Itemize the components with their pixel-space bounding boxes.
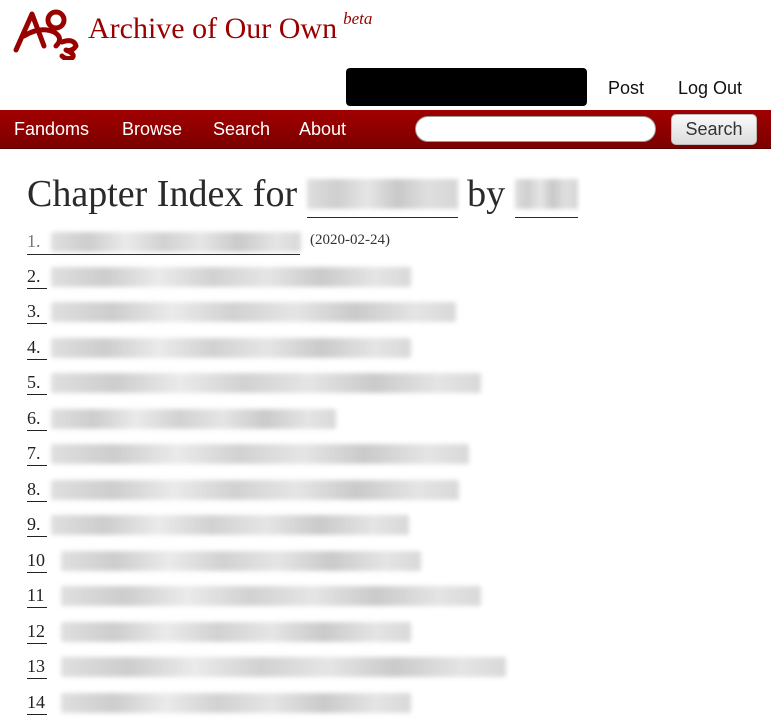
chapter-title-link[interactable]: [51, 338, 411, 358]
chapter-number[interactable]: 4.: [27, 337, 47, 360]
page-title-by: by: [467, 173, 506, 215]
chapter-title-link[interactable]: [51, 302, 456, 322]
chapter-number[interactable]: 5.: [27, 372, 47, 395]
nav-browse[interactable]: Browse: [122, 119, 182, 140]
chapter-title-link[interactable]: [61, 657, 506, 677]
chapter-number[interactable]: 2.: [27, 266, 47, 289]
chapter-number[interactable]: 10: [27, 550, 47, 573]
chapter-number[interactable]: 6.: [27, 408, 47, 431]
nav-search[interactable]: Search: [213, 119, 270, 140]
chapter-number[interactable]: 13: [27, 656, 47, 679]
chapter-number[interactable]: 14: [27, 692, 47, 715]
chapter-number[interactable]: 1.: [27, 231, 47, 253]
page-title: Chapter Index for by: [27, 172, 578, 220]
chapter-link-underline: [27, 254, 300, 255]
chapter-number[interactable]: 8.: [27, 479, 47, 502]
chapter-number[interactable]: 12: [27, 621, 47, 644]
site-logo[interactable]: [10, 6, 84, 62]
search-input[interactable]: [415, 116, 656, 142]
chapter-title-link[interactable]: [51, 515, 409, 535]
post-link[interactable]: Post: [608, 78, 644, 99]
chapter-number[interactable]: 3.: [27, 301, 47, 324]
nav-fandoms[interactable]: Fandoms: [14, 119, 89, 140]
chapter-title-link[interactable]: [51, 373, 481, 393]
chapter-title-link[interactable]: [51, 444, 469, 464]
site-title-text: Archive of Our Own: [88, 12, 338, 45]
chapter-number[interactable]: 9.: [27, 514, 47, 537]
chapter-title-link[interactable]: [61, 551, 421, 571]
chapter-number[interactable]: 11: [27, 585, 47, 608]
chapter-title-link[interactable]: [51, 232, 301, 252]
ao3-logo-icon: [13, 9, 79, 62]
primary-navigation: Fandoms Browse Search About Search: [0, 110, 771, 149]
chapter-title-link[interactable]: [61, 622, 411, 642]
work-title-link[interactable]: [306, 173, 458, 218]
chapter-title-link[interactable]: [61, 586, 481, 606]
page-title-prefix: Chapter Index for: [27, 173, 298, 215]
search-button[interactable]: Search: [671, 114, 757, 145]
chapter-title-link[interactable]: [51, 409, 336, 429]
site-title[interactable]: Archive of Our Own beta: [88, 9, 373, 46]
beta-label: beta: [343, 9, 373, 28]
nav-about[interactable]: About: [299, 119, 346, 140]
chapter-date: (2020-02-24): [310, 232, 390, 248]
chapter-title-link[interactable]: [61, 693, 411, 713]
logout-link[interactable]: Log Out: [678, 78, 742, 99]
chapter-title-link[interactable]: [51, 480, 459, 500]
user-account-button[interactable]: [346, 68, 587, 106]
chapter-title-link[interactable]: [51, 267, 411, 287]
author-link[interactable]: [514, 173, 578, 218]
chapter-number[interactable]: 7.: [27, 443, 47, 466]
